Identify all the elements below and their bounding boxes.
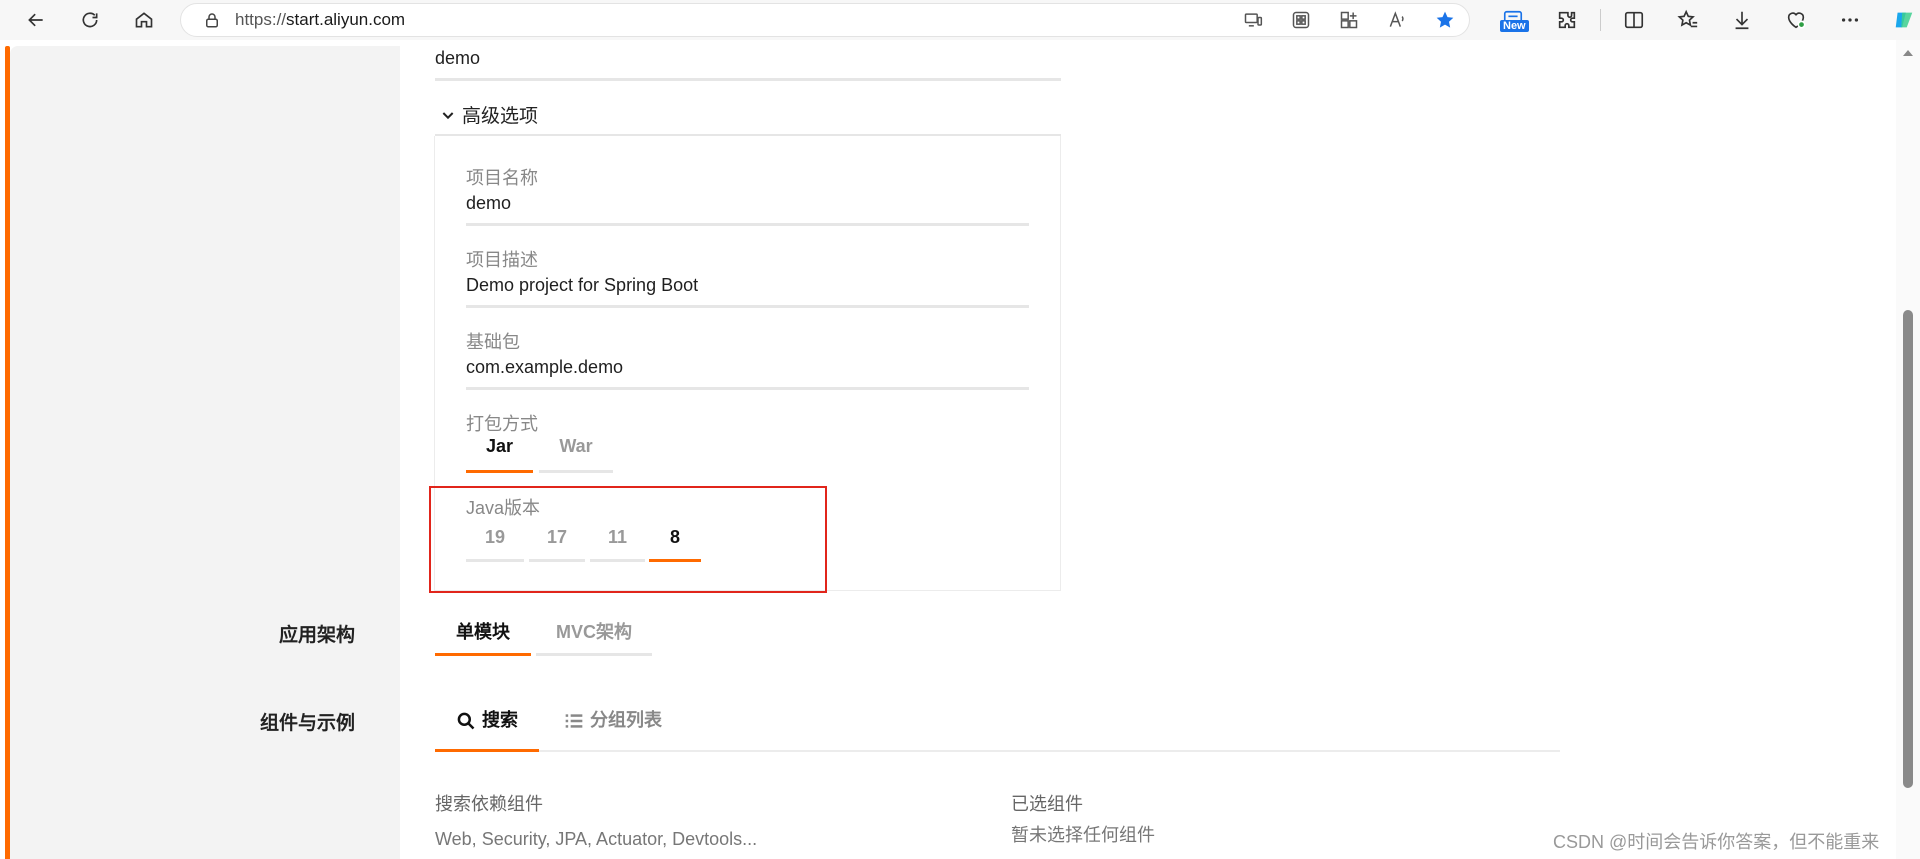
architecture-option-mvc-label: MVC架构 [556,622,632,642]
project-name-label: 项目名称 [466,168,538,188]
chevron-down-icon [442,111,454,119]
extensions-button[interactable] [1540,0,1594,40]
list-icon [565,714,583,728]
home-icon [135,12,153,28]
download-icon [1735,11,1749,30]
left-label-panel [10,46,400,859]
components-tab-search[interactable]: 搜索 [435,706,539,752]
back-arrow-icon [28,13,43,27]
selected-components-label: 已选组件 [1011,794,1083,814]
components-tab-search-label: 搜索 [482,710,518,730]
more-menu-button[interactable] [1823,0,1877,40]
address-bar-actions [1243,4,1455,36]
new-feature-button[interactable]: New [1486,0,1540,40]
back-button[interactable] [16,3,56,37]
csdn-watermark: CSDN @时间会告诉你答案，但不能重来 [1553,832,1880,852]
tab-underline [536,653,652,656]
search-icon [457,712,475,730]
refresh-button[interactable] [70,3,110,37]
heart-pulse-icon [1787,12,1806,29]
page-scrollbar[interactable] [1896,40,1920,859]
left-accent-bar [5,46,10,859]
tab-underline [539,470,613,473]
refresh-icon [82,12,98,28]
tab-underline [435,749,539,752]
downloads-button[interactable] [1715,0,1769,40]
new-badge: New [1500,20,1529,32]
browser-extensions: New [1486,0,1920,40]
read-aloud-icon[interactable] [1387,10,1407,30]
packaging-option-war[interactable]: War [539,436,613,473]
description-input[interactable]: Demo project for Spring Boot [466,275,698,296]
copilot-icon [1895,12,1913,28]
architecture-option-single-module[interactable]: 单模块 [435,618,531,656]
packaging-label: 打包方式 [466,414,538,434]
advanced-options-label: 高级选项 [462,106,539,127]
search-dependencies-label: 搜索依赖组件 [435,794,543,814]
home-button[interactable] [124,3,164,37]
url-scheme: https:// [235,10,287,29]
packaging-option-war-label: War [559,436,593,456]
search-dependencies-input[interactable]: Web, Security, JPA, Actuator, Devtools..… [435,829,757,850]
components-tab-group-list-label: 分组列表 [590,710,662,730]
toolbar-divider [1600,9,1601,31]
architecture-option-mvc[interactable]: MVC架构 [536,618,652,656]
artifact-field-underline [435,78,1061,81]
architecture-option-single-module-label: 单模块 [456,622,510,642]
scroll-up-arrow-icon[interactable] [1903,50,1913,56]
page: demo 高级选项 项目名称 demo 项目描述 Demo project fo… [0,40,1920,859]
project-name-input[interactable]: demo [466,193,511,214]
favorites-button[interactable] [1661,0,1715,40]
packaging-option-jar[interactable]: Jar [466,436,533,473]
packaging-option-jar-label: Jar [485,436,514,456]
tab-underline [545,749,681,752]
favorites-list-icon [1677,9,1698,28]
scrollbar-thumb[interactable] [1903,310,1913,788]
address-bar[interactable]: https://start.aliyun.com [180,3,1470,37]
browser-essentials-button[interactable] [1769,0,1823,40]
split-screen-icon [1624,11,1644,29]
components-tab-group-list[interactable]: 分组列表 [545,706,681,752]
browser-toolbar: https://start.aliyun.com New [0,0,1920,40]
split-screen-button[interactable] [1607,0,1661,40]
project-name-underline [466,223,1029,226]
selected-components-empty: 暂未选择任何组件 [1011,825,1155,845]
description-underline [466,305,1029,308]
favorite-star-icon[interactable] [1435,10,1455,30]
base-package-input[interactable]: com.example.demo [466,357,623,378]
components-label: 组件与示例 [259,713,355,734]
url-host: start.aliyun.com [286,10,406,29]
add-app-icon[interactable] [1339,10,1359,30]
advanced-options-toggle[interactable]: 高级选项 [440,101,538,128]
java-version-highlight-box [429,486,827,593]
base-package-underline [466,387,1029,390]
artifact-field-value[interactable]: demo [435,48,480,69]
copilot-button[interactable] [1877,0,1920,40]
url-text[interactable]: https://start.aliyun.com [235,10,405,30]
more-dots-icon [1841,18,1859,22]
base-package-label: 基础包 [466,332,520,352]
lock-icon[interactable] [203,11,221,29]
puzzle-icon [1558,11,1576,29]
tab-underline [466,470,533,473]
architecture-label: 应用架构 [278,625,355,646]
description-label: 项目描述 [466,250,538,270]
apps-icon[interactable] [1291,10,1311,30]
tab-underline [435,653,531,656]
device-icon[interactable] [1243,10,1263,30]
